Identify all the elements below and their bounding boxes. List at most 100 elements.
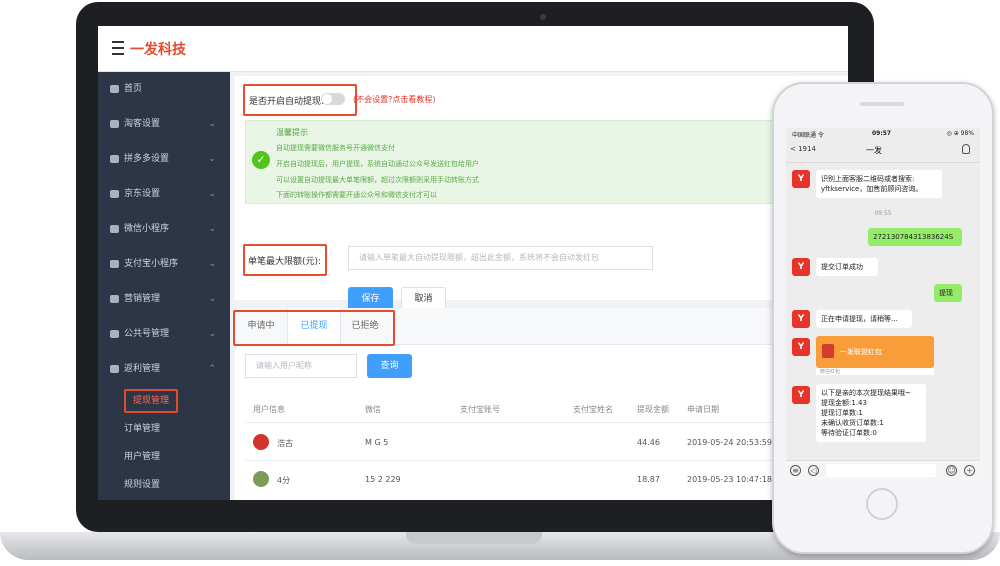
bot-avatar: Y xyxy=(792,258,810,276)
sidebar-item-label: 支付宝小程序 xyxy=(124,259,179,269)
sidebar-subitem-users[interactable]: 用户管理 xyxy=(98,443,230,471)
sidebar-item-wechat-miniapp[interactable]: 微信小程序 ⌄ xyxy=(98,212,230,247)
apply-date: 2019-05-24 20:53:59 xyxy=(687,438,772,447)
plus-icon[interactable]: + xyxy=(964,465,975,476)
sidebar-item-label: 微信小程序 xyxy=(124,224,170,234)
phone-frame: 中国联通 令 09:57 ◎ ⊕ 98% < 1914 一发 Y 识别上面客服二… xyxy=(772,82,994,554)
bot-avatar: Y xyxy=(792,310,810,328)
red-packet-sub: 微信红包 xyxy=(816,368,934,375)
settings-card: 是否开启自动提现: (不会设置?点击看教程) ✓ 温馨提示 自动提现需要微信服务… xyxy=(235,76,848,311)
admin-screen: 一发科技 首页 淘客设置 ⌄ 拼多多设置 ⌄ 京东设置 ⌄ 微信小程序 ⌄ 支付宝小程序… xyxy=(98,26,848,500)
person-icon[interactable] xyxy=(962,144,970,154)
tip-box: ✓ 温馨提示 自动提现需要微信服务号开通微信支付 开启自动提现后，用户提现，系统… xyxy=(245,120,847,204)
chevron-down-icon: ⌄ xyxy=(208,259,216,269)
message-bubble-user: 27213078431383624S xyxy=(868,228,962,246)
main-content: 是否开启自动提现: (不会设置?点击看教程) ✓ 温馨提示 自动提现需要微信服务… xyxy=(233,76,848,500)
sidebar-item-label: 拼多多设置 xyxy=(124,154,170,164)
back-button[interactable]: < 1914 xyxy=(790,145,816,153)
chat-input-bar: ≡ ◁ ☺ + xyxy=(786,460,980,480)
withdraw-table: 用户信息 微信 支付宝账号 支付宝姓名 提现金额 申请日期 浩古 M G 5 4… xyxy=(235,404,848,500)
carrier: 中国联通 令 xyxy=(792,132,824,139)
sidebar-item-label: 返利管理 xyxy=(124,364,161,374)
battery-indicator: ◎ ⊕ 98% xyxy=(946,130,974,137)
chevron-down-icon: ⌄ xyxy=(208,154,216,164)
table-header: 申请日期 xyxy=(687,405,719,414)
sidebar-item-label: 京东设置 xyxy=(124,189,161,199)
sidebar-item-pinduoduo[interactable]: 拼多多设置 ⌄ xyxy=(98,142,230,177)
check-icon: ✓ xyxy=(252,151,270,169)
auto-withdraw-label: 是否开启自动提现: xyxy=(249,97,325,107)
sidebar-item-alipay-miniapp[interactable]: 支付宝小程序 ⌄ xyxy=(98,247,230,282)
sidebar-item-rebate[interactable]: 返利管理 ⌃ xyxy=(98,352,230,387)
tip-line: 开启自动提现后，用户提现，系统自动通过公众号发送红包给用户 xyxy=(276,160,479,168)
sidebar-subitem-orders[interactable]: 订单管理 xyxy=(98,415,230,443)
tip-line: 下面的转账操作都需要开通公众号和微信支付才可以 xyxy=(276,191,437,199)
user-name: 4分 xyxy=(277,476,291,485)
emoji-icon[interactable]: ☺ xyxy=(946,465,957,476)
bot-avatar: Y xyxy=(792,386,810,404)
search-input[interactable]: 请输入用户昵称 xyxy=(245,354,357,378)
withdraw-amount: 44.46 xyxy=(637,438,660,447)
chevron-down-icon: ⌄ xyxy=(208,294,216,304)
sidebar-subitem-label: 提现管理 xyxy=(124,389,179,413)
result-line: 等待验证订单数:0 xyxy=(821,429,877,437)
result-line: 未确认收货订单数:1 xyxy=(821,419,884,427)
bot-avatar: Y xyxy=(792,170,810,188)
max-amount-input[interactable]: 请输入单笔最大自动提现限额，超出此金额，系统将不会自动发红包 xyxy=(348,246,653,270)
auto-withdraw-toggle[interactable] xyxy=(321,93,345,105)
sidebar-subitem-rules[interactable]: 规则设置 xyxy=(98,471,230,499)
red-packet-title: 一发联盟红包 xyxy=(840,348,882,356)
sidebar-subitem-withdraw[interactable]: 提现管理 xyxy=(98,387,230,415)
sidebar-item-official-account[interactable]: 公共号管理 ⌄ xyxy=(98,317,230,352)
phone-speaker xyxy=(860,102,904,106)
sidebar-item-label: 公共号管理 xyxy=(124,329,170,339)
home-button[interactable] xyxy=(866,488,898,520)
menu-icon[interactable]: ≡ xyxy=(790,465,801,476)
result-line: 提现金额:1.43 xyxy=(821,399,867,407)
hamburger-menu-icon[interactable] xyxy=(112,41,124,55)
sidebar-item-label: 淘客设置 xyxy=(124,119,161,129)
brand-title: 一发科技 xyxy=(130,42,186,58)
result-line: 提现订单数:1 xyxy=(821,409,863,417)
chat-timestamp: 09:55 xyxy=(874,210,892,217)
tip-line: 自动提现需要微信服务号开通微信支付 xyxy=(276,144,395,152)
wechat-id: 15 2 229 xyxy=(365,475,401,484)
wechat-icon xyxy=(110,224,119,233)
avatar xyxy=(253,434,269,450)
chevron-down-icon: ⌄ xyxy=(208,329,216,339)
top-bar: 一发科技 xyxy=(98,26,848,72)
message-bubble-user: 提现 xyxy=(934,284,962,302)
message-bubble: 识别上面客服二维码或者搜索: yftkservice，加售前顾问咨询。 xyxy=(816,170,942,198)
avatar xyxy=(253,471,269,487)
marketing-icon xyxy=(110,294,119,303)
phone-screen: 中国联通 令 09:57 ◎ ⊕ 98% < 1914 一发 Y 识别上面客服二… xyxy=(786,128,980,480)
table-header: 用户信息 xyxy=(253,405,285,414)
red-packet-card[interactable]: 一发联盟红包 xyxy=(816,336,934,368)
status-time: 09:57 xyxy=(872,130,892,137)
red-envelope-icon xyxy=(822,344,834,358)
search-button[interactable]: 查询 xyxy=(367,354,412,378)
sidebar-item-label: 首页 xyxy=(124,84,143,94)
withdraw-list-card: 申请中 已提现 已拒绝 请输入用户昵称 查询 用户信息 微信 支付宝账号 支付宝… xyxy=(233,308,848,500)
chat-title: 一发 xyxy=(866,146,882,155)
result-line: 以下是亲的本次提现结果哦~ xyxy=(821,389,911,397)
sidebar-item-home[interactable]: 首页 xyxy=(98,72,230,107)
sidebar-item-marketing[interactable]: 营销管理 ⌄ xyxy=(98,282,230,317)
voice-icon[interactable]: ◁ xyxy=(808,465,819,476)
tip-line: 可以设置自动提现最大单笔限额，超过次限额则采用手动转账方式 xyxy=(276,176,479,184)
withdraw-amount: 18.87 xyxy=(637,475,660,484)
sidebar-item-jd[interactable]: 京东设置 ⌄ xyxy=(98,177,230,212)
pinduoduo-icon xyxy=(110,154,119,163)
message-input[interactable] xyxy=(826,464,936,477)
alipay-icon xyxy=(110,259,119,268)
max-amount-label: 单笔最大限额(元): xyxy=(248,257,322,267)
message-bubble-result: 以下是亲的本次提现结果哦~ 提现金额:1.43 提现订单数:1 未确认收货订单数… xyxy=(816,384,926,442)
bot-avatar: Y xyxy=(792,338,810,356)
sidebar-item-taobao[interactable]: 淘客设置 ⌄ xyxy=(98,107,230,142)
status-bar: 中国联通 令 09:57 ◎ ⊕ 98% xyxy=(786,128,980,140)
table-header: 支付宝姓名 xyxy=(573,405,613,414)
jd-icon xyxy=(110,189,119,198)
help-link[interactable]: (不会设置?点击看教程) xyxy=(353,94,436,105)
message-bubble: 提交订单成功 xyxy=(816,258,878,276)
wechat-id: M G 5 xyxy=(365,438,389,447)
